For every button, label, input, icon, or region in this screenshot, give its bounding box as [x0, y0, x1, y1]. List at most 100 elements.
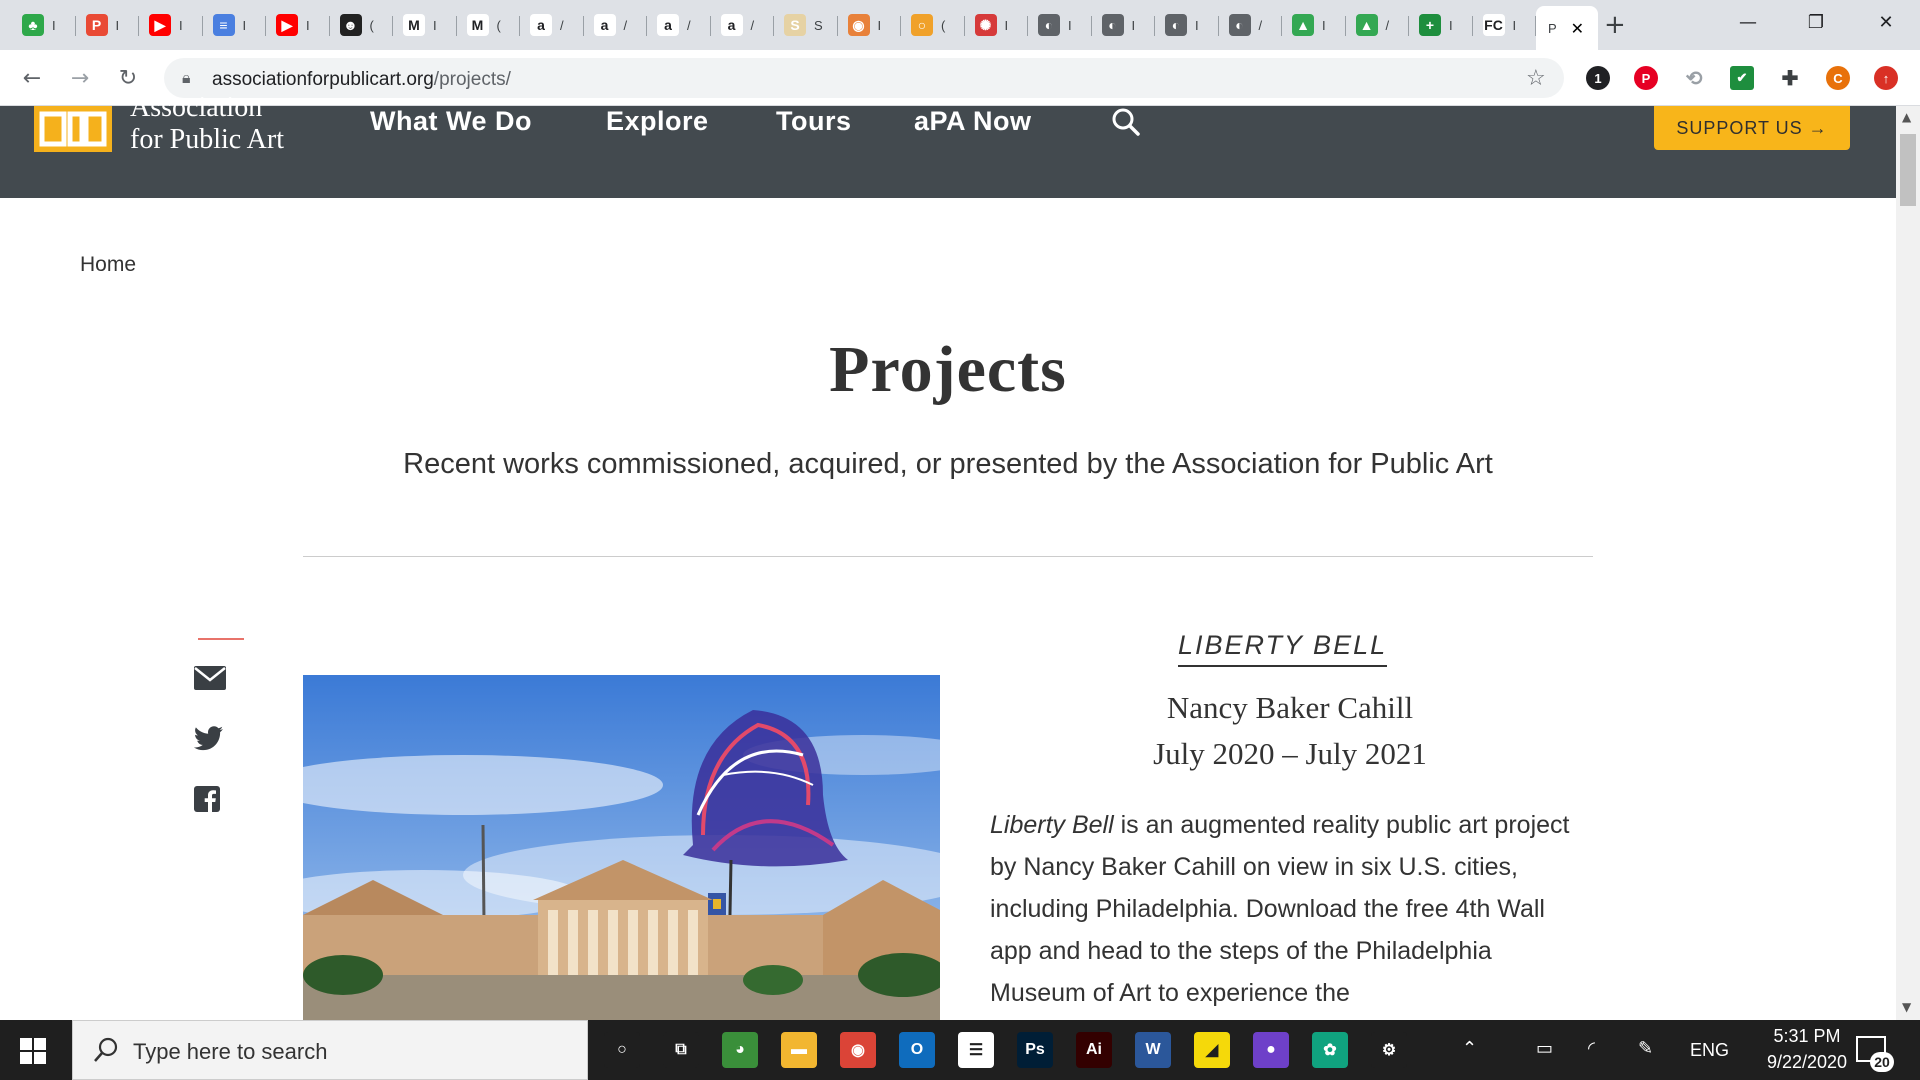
twitter-icon[interactable] [193, 726, 224, 756]
tab-close-icon[interactable]: ✕ [1571, 19, 1584, 38]
browser-tab[interactable]: ◐ I [1028, 4, 1092, 46]
tab-favicon-icon: ♣ [22, 14, 44, 36]
update-icon[interactable]: ↑ [1874, 66, 1898, 90]
tab-title: I [115, 17, 120, 33]
nav-tours[interactable]: Tours [776, 106, 852, 137]
browser-tab[interactable]: ♣ I [12, 4, 76, 46]
project-title-link[interactable]: LIBERTY BELL [1178, 630, 1388, 667]
tab-favicon-icon: ▶ [276, 14, 298, 36]
apa-logo-mark-icon [39, 111, 107, 147]
puzzle-icon[interactable]: ✚ [1778, 66, 1802, 90]
chrome-icon[interactable]: ◉ [840, 1032, 876, 1068]
browser-tab[interactable]: FC I [1473, 4, 1536, 46]
browser-tab[interactable]: ▲ / [1346, 4, 1409, 46]
illustrator-icon[interactable]: Ai [1076, 1032, 1112, 1068]
logo-text-line1[interactable]: Association [130, 92, 262, 124]
tab-favicon-icon: M [466, 14, 489, 36]
search-icon[interactable] [1110, 106, 1142, 143]
clock-date[interactable]: 9/22/2020 [1752, 1052, 1862, 1073]
apa-logo[interactable] [34, 106, 112, 152]
tab-title: / [750, 17, 755, 33]
reload-button[interactable]: ↻ [114, 64, 142, 92]
app-green-icon[interactable]: ◕ [722, 1032, 758, 1068]
window-close-button[interactable]: ✕ [1856, 0, 1916, 44]
browser-tab[interactable]: ☻( [330, 4, 393, 46]
browser-tab[interactable]: PI [76, 4, 139, 46]
project-image[interactable] [303, 675, 940, 1020]
logo-text-line2[interactable]: for Public Art [130, 124, 284, 156]
taskbar-search-box[interactable]: Type here to search [72, 1020, 588, 1080]
scroll-down-icon[interactable]: ▼ [1902, 1000, 1911, 1014]
scroll-up-icon[interactable]: ▲ [1902, 110, 1911, 124]
task-view-icon[interactable]: ⧉ [663, 1032, 699, 1068]
browser-tab[interactable]: ◐ I [1155, 4, 1219, 46]
browser-tab[interactable]: a / [647, 4, 711, 46]
project-artist: Nancy Baker Cahill [1166, 690, 1414, 725]
active-browser-tab[interactable]: P ✕ [1536, 6, 1598, 50]
photoshop-icon[interactable]: Ps [1017, 1032, 1053, 1068]
facebook-icon[interactable] [194, 786, 224, 816]
forward-button[interactable]: → [66, 64, 94, 92]
browser-tab[interactable]: ◐ I [1092, 4, 1155, 46]
language-indicator[interactable]: ENG [1690, 1040, 1729, 1061]
pinterest-icon[interactable]: P [1634, 66, 1658, 90]
windows-start-icon[interactable] [20, 1038, 46, 1069]
scroll-thumb[interactable] [1900, 134, 1916, 206]
cortana-icon[interactable]: ○ [604, 1032, 640, 1068]
browser-tab[interactable]: + I [1409, 4, 1473, 46]
breadcrumb-home[interactable]: Home [80, 253, 136, 277]
settings-icon[interactable]: ⚙ [1371, 1032, 1407, 1068]
bookmark-star-icon[interactable]: ☆ [1526, 66, 1546, 91]
window-minimize-button[interactable]: — [1718, 0, 1778, 44]
browser-tab[interactable]: MI [393, 4, 457, 46]
browser-tab[interactable]: a / [520, 4, 584, 46]
browser-tab[interactable]: ○( [901, 4, 965, 46]
clock-time[interactable]: 5:31 PM [1752, 1026, 1862, 1047]
chatgpt-icon[interactable]: ✿ [1312, 1032, 1348, 1068]
nav-explore[interactable]: Explore [606, 106, 709, 137]
browser-tab[interactable]: a / [711, 4, 774, 46]
browser-tab[interactable]: SS [774, 4, 838, 46]
browser-tab[interactable]: ▲ I [1282, 4, 1346, 46]
outlook-icon[interactable]: O [899, 1032, 935, 1068]
counter-badge[interactable]: 1 [1586, 66, 1610, 90]
profile-avatar[interactable]: C [1826, 66, 1850, 90]
support-us-button[interactable]: SUPPORT US → [1654, 106, 1850, 150]
pen-icon[interactable]: ✎ [1638, 1038, 1653, 1059]
tray-chevron-icon[interactable]: ⌃ [1462, 1038, 1477, 1059]
file-explorer-icon[interactable]: ▬ [781, 1032, 817, 1068]
browser-tab[interactable]: ✺ I [965, 4, 1028, 46]
sticky-notes-icon[interactable]: ◢ [1194, 1032, 1230, 1068]
browser-tab[interactable]: ▶ I [266, 4, 330, 46]
tab-favicon-icon: ≡ [212, 14, 235, 36]
github-icon[interactable]: ● [1253, 1032, 1289, 1068]
tab-title: I [433, 17, 437, 33]
word-icon[interactable]: W [1135, 1032, 1171, 1068]
battery-icon[interactable]: ▭ [1536, 1038, 1553, 1059]
back-button[interactable]: ← [18, 64, 46, 92]
page-scrollbar[interactable]: ▲ ▼ [1896, 106, 1920, 1020]
browser-tab[interactable]: ◐ / [1219, 4, 1282, 46]
browser-tab[interactable]: ▶ I [139, 4, 203, 46]
tab-favicon-icon: a [720, 14, 743, 36]
project-dates: July 2020 – July 2021 [1153, 736, 1427, 771]
browser-tab[interactable]: M( [457, 4, 520, 46]
email-icon[interactable] [194, 666, 226, 696]
check-icon[interactable]: ✔ [1730, 66, 1754, 90]
nav-apa-now[interactable]: aPA Now [914, 106, 1032, 137]
browser-tab[interactable]: a / [584, 4, 647, 46]
site-header: Association for Public Art What We Do Ex… [0, 92, 1896, 198]
browser-tab[interactable]: ◉ I [838, 4, 901, 46]
tab-favicon-icon: + [1419, 14, 1441, 36]
ext-icon[interactable]: ⟲ [1682, 66, 1706, 90]
browser-tab[interactable]: ≡ I [203, 4, 266, 46]
nav-what-we-do[interactable]: What We Do [370, 106, 532, 137]
page-title: Projects [829, 333, 1067, 406]
app-white-icon[interactable]: ☰ [958, 1032, 994, 1068]
new-tab-button[interactable]: + [1604, 10, 1626, 40]
tab-favicon-icon: ◐ [1101, 14, 1124, 36]
tab-title: / [1258, 17, 1263, 33]
window-restore-button[interactable]: ❐ [1786, 0, 1846, 44]
address-bar[interactable]: 🔒︎ associationforpublicart.org/projects/… [164, 58, 1564, 98]
wifi-icon[interactable]: ◜ [1588, 1038, 1595, 1059]
